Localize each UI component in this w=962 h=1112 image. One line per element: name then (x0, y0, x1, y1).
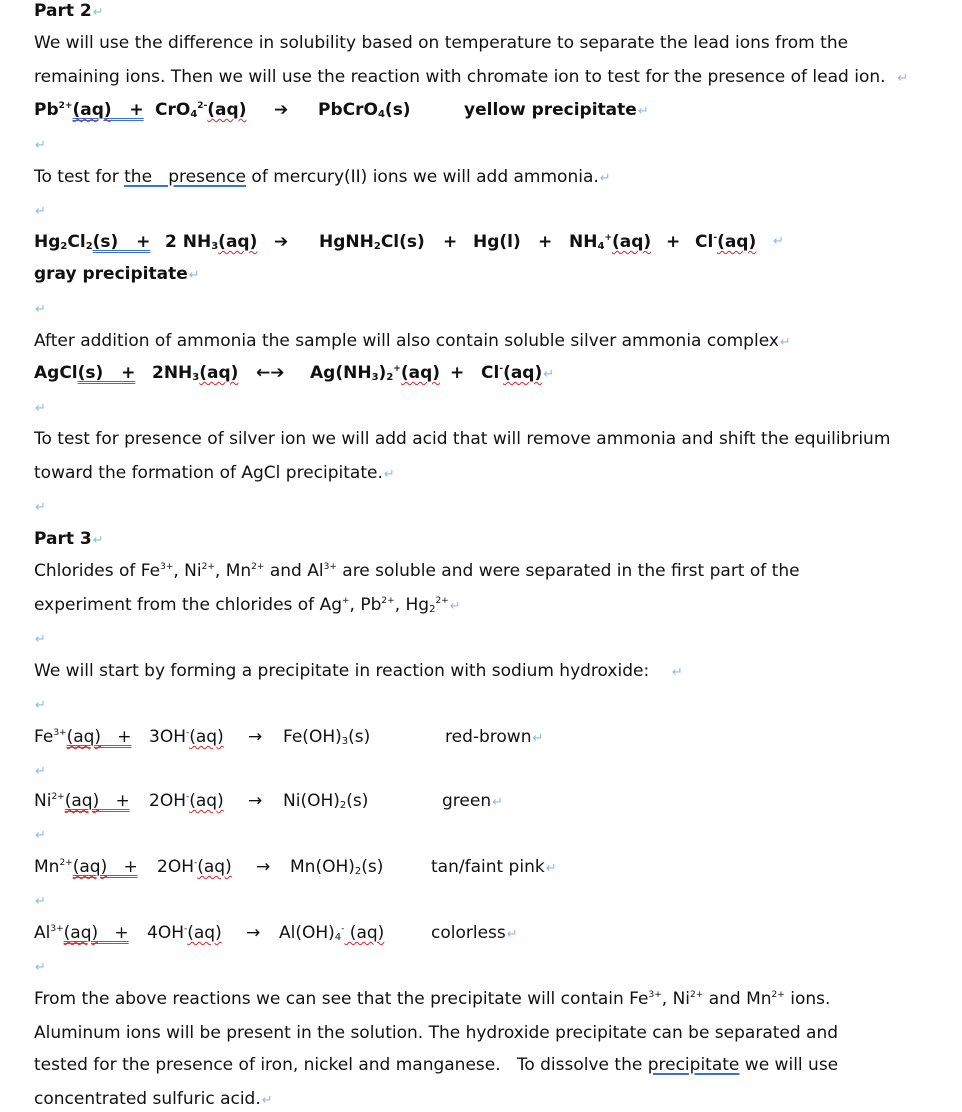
paragraph-mark-icon: ↵ (92, 533, 104, 548)
silver-intro: After addition of ammonia the sample wil… (34, 331, 791, 351)
part2-heading: Part 2↵ (34, 1, 104, 21)
reaction-arrow-icon: → (246, 923, 261, 943)
hydroxide-reaction-ni: Ni2+(aq) + 2OH-(aq) → Ni(OH)2(s) green↵ (34, 790, 934, 812)
eq-note-yellow: yellow precipitate↵ (464, 100, 649, 120)
conclusion-line2: Aluminum ions will be present in the sol… (34, 1023, 839, 1043)
conclusion-line3: tested for the presence of iron, nickel … (34, 1055, 839, 1075)
eq-product-pbcro4: PbCrO4(s) (318, 100, 411, 120)
paragraph-mark-icon: ↵ (35, 764, 46, 779)
empty-paragraph: ↵ (34, 889, 46, 911)
silver-test-line1: To test for presence of silver ion we wi… (34, 429, 891, 449)
eq-product-nh4: NH4+(aq) (569, 232, 652, 252)
empty-paragraph: ↵ (34, 759, 46, 781)
eq-product-hgnh2cl: HgNH2Cl(s) (319, 232, 425, 252)
eq-reactant-cro4: CrO42-(aq) (155, 100, 247, 120)
equilibrium-arrow-icon: ←➔ (256, 363, 285, 383)
paragraph-mark-icon: ↵ (35, 698, 46, 713)
paragraph-mark-icon: ↵ (35, 632, 46, 647)
paragraph-mark-icon: ↵ (35, 828, 46, 843)
precipitate-color: tan/faint pink↵ (431, 857, 557, 877)
equation-silver: AgCl(s) + 2NH3(aq) ←➔ Ag(NH3)2+(aq) + Cl… (34, 362, 934, 384)
eq-reactant-nh3: 2NH3(aq) (152, 363, 239, 383)
paragraph-mark-icon: ↵ (35, 894, 46, 909)
paragraph-mark-icon: ↵ (188, 268, 200, 283)
reaction-arrow-icon: → (248, 727, 263, 747)
silver-test-line2: toward the formation of AgCl precipitate… (34, 463, 395, 483)
paragraph-mark-icon: ↵ (897, 71, 909, 86)
chlorides-line1: Chlorides of Fe3+, Ni2+, Mn2+ and Al3+ a… (34, 561, 800, 581)
empty-paragraph: ↵ (34, 199, 46, 221)
part2-intro-line2: remaining ions. Then we will use the rea… (34, 67, 909, 87)
paragraph-mark-icon: ↵ (506, 927, 518, 942)
paragraph-mark-icon: ↵ (637, 104, 649, 119)
empty-paragraph: ↵ (34, 297, 46, 319)
reaction-arrow-icon: → (248, 791, 263, 811)
paragraph-mark-icon: ↵ (261, 1093, 273, 1108)
empty-paragraph: ↵ (34, 627, 46, 649)
eq-reactant-pb: Pb2+(aq) + (34, 100, 144, 120)
hydroxide-reaction-mn: Mn2+(aq) + 2OH-(aq) → Mn(OH)2(s) tan/fai… (34, 856, 934, 878)
paragraph-mark-icon: ↵ (545, 861, 557, 876)
eq-reactant-hg2cl2: Hg2Cl2(s) + (34, 232, 151, 252)
reaction-arrow-icon: → (256, 857, 271, 877)
precipitate-color: red-brown↵ (445, 727, 544, 747)
naoh-intro: We will start by forming a precipitate i… (34, 661, 683, 681)
chlorides-line2: experiment from the chlorides of Ag+, Pb… (34, 595, 461, 615)
equation-lead-chromate: Pb2+(aq) + CrO42-(aq) ➔ PbCrO4(s) yellow… (34, 99, 934, 121)
empty-paragraph: ↵ (34, 495, 46, 517)
paragraph-mark-icon: ↵ (383, 467, 395, 482)
paragraph-mark-icon: ↵ (671, 665, 683, 680)
part2-intro-line1: We will use the difference in solubility… (34, 33, 849, 53)
paragraph-mark-icon: ↵ (543, 367, 555, 382)
eq-reactant-nh3: 2 NH3(aq) (165, 232, 258, 252)
hydroxide-reaction-al: Al3+(aq) + 4OH-(aq) → Al(OH)4- (aq) colo… (34, 922, 934, 944)
empty-paragraph: ↵ (34, 693, 46, 715)
eq-product-ag-nh3-2: Ag(NH3)2+(aq) (310, 363, 441, 383)
reaction-arrow-icon: ➔ (274, 100, 289, 120)
eq-product-cl: Cl-(aq) (695, 232, 757, 252)
equation-mercury: Hg2Cl2(s) + 2 NH3(aq) ➔ HgNH2Cl(s) + Hg(… (34, 232, 784, 252)
precipitate-color: green↵ (442, 791, 504, 811)
paragraph-mark-icon: ↵ (492, 795, 504, 810)
empty-paragraph: ↵ (34, 955, 46, 977)
paragraph-mark-icon: ↵ (35, 960, 46, 975)
part3-heading: Part 3↵ (34, 529, 104, 549)
paragraph-mark-icon: ↵ (779, 335, 791, 350)
reaction-arrow-icon: ➔ (274, 232, 289, 252)
paragraph-mark-icon: ↵ (35, 204, 46, 219)
paragraph-mark-icon: ↵ (92, 5, 104, 20)
conclusion-line1: From the above reactions we can see that… (34, 989, 831, 1009)
paragraph-mark-icon: ↵ (35, 500, 46, 515)
eq-product-cl: Cl-(aq)↵ (481, 363, 555, 383)
paragraph-mark-icon: ↵ (35, 138, 46, 153)
paragraph-mark-icon: ↵ (35, 302, 46, 317)
eq-note-gray: gray precipitate↵ (34, 264, 200, 284)
eq-reactant-agcl: AgCl(s) + (34, 363, 136, 383)
empty-paragraph: ↵ (34, 823, 46, 845)
conclusion-line4: concentrated sulfuric acid.↵ (34, 1089, 273, 1109)
mercury-intro: To test for the presence of mercury(II) … (34, 167, 611, 187)
paragraph-mark-icon: ↵ (449, 599, 461, 614)
hydroxide-reaction-fe: Fe3+(aq) + 3OH-(aq) → Fe(OH)3(s) red-bro… (34, 726, 934, 748)
paragraph-mark-icon: ↵ (532, 731, 544, 746)
empty-paragraph: ↵ (34, 396, 46, 418)
eq-product-hg: Hg(l) (473, 232, 521, 252)
paragraph-mark-icon: ↵ (773, 234, 784, 249)
paragraph-mark-icon: ↵ (35, 401, 46, 416)
empty-paragraph: ↵ (34, 133, 46, 155)
paragraph-mark-icon: ↵ (599, 171, 611, 186)
precipitate-color: colorless↵ (431, 923, 518, 943)
